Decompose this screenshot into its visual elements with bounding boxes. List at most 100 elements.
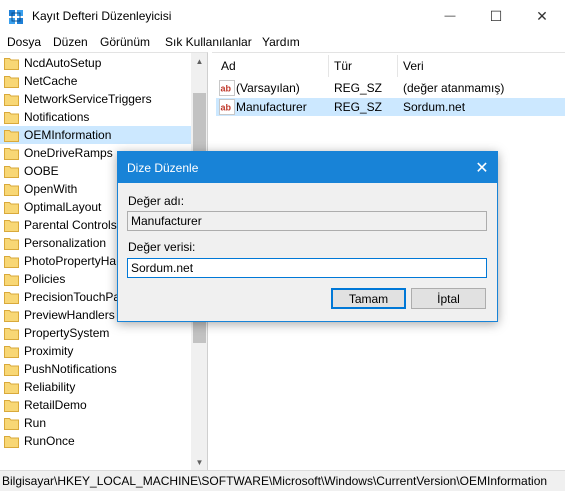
minimize-button[interactable]: — [427,0,473,32]
ok-button[interactable]: Tamam [331,288,406,309]
folder-icon [4,292,19,304]
tree-item-label: OEMInformation [24,128,112,142]
menu-yardim[interactable]: Yardım [262,35,300,49]
tree-item[interactable]: Run [0,414,191,432]
tree-item-label: PhotoPropertyHa [24,254,117,268]
folder-icon [4,94,19,106]
folder-icon [4,238,19,250]
value-row[interactable]: ab Manufacturer REG_SZ Sordum.net [216,98,565,116]
edit-string-dialog: Dize Düzenle ✕ Değer adı: Manufacturer D… [117,151,498,322]
value-data: (değer atanmamış) [403,81,505,95]
folder-icon [4,130,19,142]
tree-item-label: Proximity [24,344,74,358]
value-data-input[interactable]: Sordum.net [127,258,487,278]
tree-item-label: PrecisionTouchPa [24,290,121,304]
tree-item-label: OpenWith [24,182,78,196]
dialog-close-button[interactable]: ✕ [467,152,497,183]
window-title: Kayıt Defteri Düzenleyicisi [32,9,172,23]
column-header-veri[interactable]: Veri [403,59,424,73]
scroll-down-icon[interactable]: ▼ [191,454,207,470]
tree-item-label: PushNotifications [24,362,117,376]
tree-item-label: Reliability [24,380,76,394]
tree-item[interactable]: OEMInformation [0,126,191,144]
maximize-button[interactable]: ☐ [473,0,519,32]
tree-item[interactable]: NetCache [0,72,191,90]
minimize-icon: — [444,10,456,22]
tree-item[interactable]: Reliability [0,378,191,396]
status-bar: Bilgisayar\HKEY_LOCAL_MACHINE\SOFTWARE\M… [0,470,565,491]
folder-icon [4,310,19,322]
value-name: Manufacturer [236,100,307,114]
tree-item-label: OneDriveRamps [24,146,113,160]
dialog-title-bar[interactable]: Dize Düzenle ✕ [118,152,497,183]
column-divider[interactable] [397,55,398,77]
tree-item[interactable]: PropertySystem [0,324,191,342]
menu-sik-kullanilanlar[interactable]: Sık Kullanılanlar [165,35,252,49]
string-value-icon: ab [219,99,235,115]
folder-icon [4,58,19,70]
menu-gorunum[interactable]: Görünüm [100,35,150,49]
column-header-ad[interactable]: Ad [221,59,236,73]
value-name-label: Değer adı: [128,194,185,208]
tree-item-label: Policies [24,272,66,286]
value-name-field: Manufacturer [127,211,487,231]
value-data: Sordum.net [403,100,466,114]
folder-icon [4,220,19,232]
folder-icon [4,184,19,196]
svg-text:ab: ab [221,103,232,113]
column-divider[interactable] [328,55,329,77]
status-path: Bilgisayar\HKEY_LOCAL_MACHINE\SOFTWARE\M… [2,474,548,488]
folder-icon [4,418,19,430]
maximize-icon: ☐ [489,7,503,24]
tree-item[interactable]: PushNotifications [0,360,191,378]
folder-icon [4,166,19,178]
folder-icon [4,112,19,124]
close-button[interactable]: ✕ [519,0,565,32]
title-bar[interactable]: Kayıt Defteri Düzenleyicisi — ☐ ✕ [0,0,565,32]
tree-item-label: Notifications [24,110,90,124]
registry-app-icon [9,10,23,24]
tree-item[interactable]: RunOnce [0,432,191,450]
tree-item-label: Parental Controls [24,218,117,232]
value-row[interactable]: ab (Varsayılan) REG_SZ (değer atanmamış) [216,79,565,97]
tree-item-label: NetCache [24,74,78,88]
tree-item-label: NetworkServiceTriggers [24,92,152,106]
column-header-tur[interactable]: Tür [334,59,352,73]
close-icon: ✕ [475,159,489,177]
tree-item-label: PreviewHandlers [24,308,115,322]
menu-dosya[interactable]: Dosya [7,35,41,49]
scroll-up-icon[interactable]: ▲ [191,53,207,70]
folder-icon [4,436,19,448]
folder-icon [4,346,19,358]
svg-text:ab: ab [221,84,232,94]
tree-item[interactable]: Proximity [0,342,191,360]
menu-duzen[interactable]: Düzen [53,35,88,49]
folder-icon [4,76,19,88]
tree-item[interactable]: RetailDemo [0,396,191,414]
folder-icon [4,400,19,412]
dialog-title: Dize Düzenle [127,161,199,175]
folder-icon [4,148,19,160]
tree-item[interactable]: NetworkServiceTriggers [0,90,191,108]
menu-bar: Dosya Düzen Görünüm Sık Kullanılanlar Ya… [0,32,565,52]
folder-icon [4,364,19,376]
tree-item-label: PropertySystem [24,326,110,340]
string-value-icon: ab [219,80,235,96]
tree-item-label: OptimalLayout [24,200,102,214]
tree-item[interactable]: Notifications [0,108,191,126]
folder-icon [4,274,19,286]
tree-item-label: Personalization [24,236,107,250]
folder-icon [4,256,19,268]
value-name: (Varsayılan) [236,81,300,95]
tree-item-label: RunOnce [24,434,75,448]
registry-editor-window: Kayıt Defteri Düzenleyicisi — ☐ ✕ Dosya … [0,0,565,491]
tree-item-label: Run [24,416,47,430]
close-icon: ✕ [536,7,548,24]
tree-item[interactable]: NcdAutoSetup [0,54,191,72]
value-type: REG_SZ [334,100,383,114]
cancel-button[interactable]: İptal [411,288,486,309]
tree-item-label: OOBE [24,164,59,178]
value-data-label: Değer verisi: [128,240,196,254]
folder-icon [4,382,19,394]
folder-icon [4,202,19,214]
